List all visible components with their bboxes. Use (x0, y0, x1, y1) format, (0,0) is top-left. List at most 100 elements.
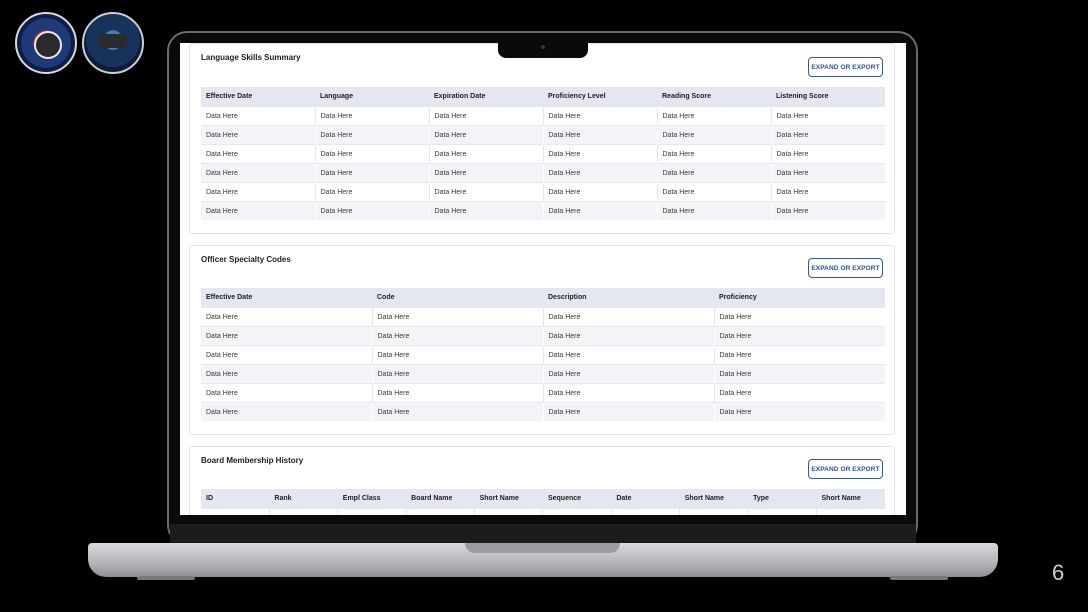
table-cell: Data Here (542, 182, 657, 202)
table-row[interactable]: Data HereData HereData HereData HereData… (201, 144, 885, 164)
table-cell: Data Here (542, 201, 657, 220)
language-skills-table: Effective Date Language Expiration Date Pro… (201, 87, 885, 220)
column-header[interactable]: Date (611, 489, 680, 509)
table-cell: Data Here (770, 106, 885, 126)
table-cell: Data Here (610, 508, 680, 515)
table-cell: Data Here (542, 125, 657, 145)
table-cell: Data Here (371, 345, 543, 365)
table-cell: Data Here (314, 182, 429, 202)
table-cell: Data Here (201, 307, 372, 327)
table-row[interactable]: Data HereData HereData HereData HereData… (201, 125, 885, 145)
table-cell: Data Here (337, 508, 407, 515)
table-cell: Data Here (656, 125, 771, 145)
column-header[interactable]: Effective Date (201, 288, 372, 308)
table-cell: Data Here (542, 345, 714, 365)
table-cell: Data Here (428, 182, 543, 202)
table-row[interactable]: Data Here Data Here Data Here Data Here (201, 345, 885, 365)
table-cell: Data Here (371, 364, 543, 384)
table-cell: Data Here (371, 326, 543, 346)
table-cell: Data Here (656, 144, 771, 164)
column-header[interactable]: Description (543, 288, 714, 308)
table-cell: Data Here (474, 508, 543, 515)
table-cell: Data Here (201, 163, 315, 183)
table-cell: Data Here (268, 508, 338, 515)
table-cell: Data Here (713, 345, 885, 365)
table-cell: Data Here (770, 144, 885, 164)
column-header[interactable]: Empl Class (337, 489, 407, 509)
table-cell: Data Here (201, 345, 372, 365)
table-cell: Data Here (656, 163, 771, 183)
board-membership-card: Board Membership History EXPAND OR EXPOR… (189, 446, 895, 515)
table-cell: Data Here (405, 508, 475, 515)
language-skills-card: Language Skills Summary EXPAND OR EXPORT… (189, 43, 895, 234)
officer-specialty-card: Officer Specialty Codes EXPAND OR EXPORT… (189, 245, 895, 435)
table-cell: Data Here (371, 307, 543, 327)
column-header[interactable]: Short Name (474, 489, 543, 509)
table-cell: Data Here (713, 326, 885, 346)
officer-specialty-table: Effective Date Code Description Proficiency… (201, 288, 885, 421)
column-header[interactable]: Listening Score (771, 87, 885, 107)
table-row[interactable]: Data HereData HereData HereData HereData… (201, 163, 885, 183)
column-header[interactable]: Proficiency Level (543, 87, 657, 107)
column-header[interactable]: Effective Date (201, 87, 315, 107)
table-cell: Data Here (542, 163, 657, 183)
table-row[interactable]: Data Here Data Here Data Here Data Here (201, 402, 885, 421)
table-cell: Data Here (656, 182, 771, 202)
expand-export-button[interactable]: EXPAND OR EXPORT (808, 258, 883, 278)
table-cell: Data Here (428, 106, 543, 126)
table-cell: Data Here (713, 402, 885, 421)
table-cell: Data Here (542, 364, 714, 384)
laptop-foot (137, 576, 195, 580)
table-cell: Data Here (542, 326, 714, 346)
table-cell: Data Here (371, 383, 543, 403)
column-header[interactable]: Proficiency (714, 288, 885, 308)
column-header[interactable]: Board Name (406, 489, 475, 509)
column-header[interactable]: Sequence (542, 489, 612, 509)
board-membership-table: ID Rank Empl Class Board Name Short Name Sequ… (201, 489, 885, 515)
table-cell: Data Here (201, 364, 372, 384)
table-cell: Data Here (201, 402, 372, 421)
table-row[interactable]: Data HereData HereData HereData HereData… (201, 182, 885, 202)
table-row[interactable]: Data Here Data Here Data Here Data Here (201, 364, 885, 384)
table-cell: Data Here (542, 106, 657, 126)
card-title: Language Skills Summary (201, 53, 301, 62)
table-cell: Data Here (201, 144, 315, 164)
command-seal-logo (15, 12, 77, 74)
table-cell: Data Here (201, 201, 315, 220)
column-header[interactable]: Language (315, 87, 429, 107)
column-header[interactable]: Short Name (679, 489, 749, 509)
table-cell: Data Here (314, 144, 429, 164)
table-cell: Data Here (371, 402, 543, 421)
table-row[interactable]: Data Here Data Here Data Here Data Here (201, 383, 885, 403)
page-number: 6 (1052, 560, 1065, 585)
table-cell: Data Here (542, 402, 714, 421)
data-analytics-seal-logo (82, 12, 144, 74)
table-cell: Data Here (770, 125, 885, 145)
table-cell: Data Here (314, 201, 429, 220)
column-header[interactable]: ID (201, 489, 270, 509)
column-header[interactable]: Type (748, 489, 817, 509)
table-cell: Data Here (770, 182, 885, 202)
table-row[interactable]: Data HereData HereData HereData HereData… (201, 106, 885, 126)
table-cell: Data Here (656, 201, 771, 220)
table-cell: Data Here (428, 201, 543, 220)
table-cell: Data Here (542, 508, 612, 515)
laptop-foot (890, 576, 948, 580)
table-row[interactable]: Data HereData HereData HereData HereData… (201, 201, 885, 220)
table-row[interactable]: Data Here Data Here Data Here Data Here (201, 307, 885, 327)
table-row[interactable]: Data Here Data Here Data Here Data Here (201, 326, 885, 346)
expand-export-button[interactable]: EXPAND OR EXPORT (808, 459, 883, 479)
column-header[interactable]: Reading Score (657, 87, 771, 107)
table-row[interactable]: Data HereData HereData HereData HereData… (201, 508, 885, 515)
column-header[interactable]: Expiration Date (429, 87, 543, 107)
column-header[interactable]: Rank (269, 489, 338, 509)
table-cell: Data Here (201, 508, 270, 515)
table-cell: Data Here (428, 125, 543, 145)
column-header[interactable]: Code (372, 288, 543, 308)
screen-bezel (170, 524, 916, 544)
column-header[interactable]: Short Name (816, 489, 885, 509)
table-cell: Data Here (679, 508, 749, 515)
table-cell: Data Here (770, 201, 885, 220)
table-cell: Data Here (428, 144, 543, 164)
expand-export-button[interactable]: EXPAND OR EXPORT (808, 57, 883, 77)
